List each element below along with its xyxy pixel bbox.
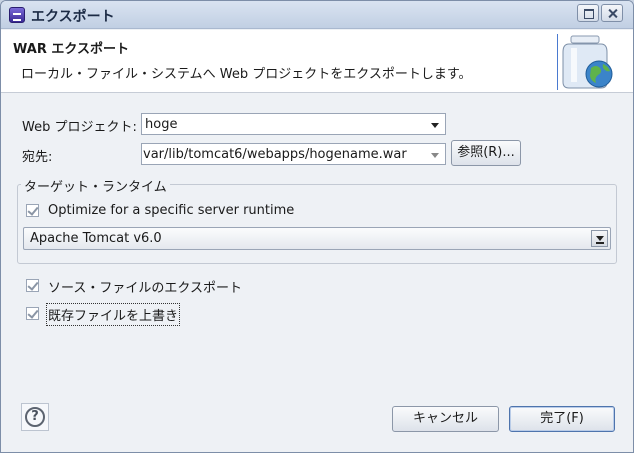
eclipse-icon bbox=[9, 7, 25, 23]
optimize-checkbox[interactable] bbox=[26, 204, 39, 217]
overwrite-label[interactable]: 既存ファイルを上書き bbox=[45, 303, 181, 326]
window-title: エクスポート bbox=[31, 9, 115, 25]
dropdown-arrow-icon[interactable] bbox=[591, 230, 608, 247]
jar-globe-icon bbox=[557, 34, 613, 90]
wizard-description: ローカル・ファイル・システムへ Web プロジェクトをエクスポートします。 bbox=[21, 67, 472, 82]
web-project-value: hoge bbox=[145, 117, 178, 132]
wizard-title: WAR エクスポート bbox=[13, 42, 129, 57]
destination-combo[interactable]: var/lib/tomcat6/webapps/hogename.war bbox=[141, 143, 446, 165]
wizard-header: WAR エクスポート ローカル・ファイル・システムへ Web プロジェクトをエク… bbox=[1, 30, 633, 93]
chevron-down-icon bbox=[431, 153, 439, 158]
question-mark-icon: ? bbox=[25, 407, 45, 427]
export-source-checkbox[interactable] bbox=[26, 279, 39, 292]
target-runtime-group bbox=[17, 184, 617, 264]
overwrite-checkbox[interactable] bbox=[26, 307, 39, 320]
export-source-label[interactable]: ソース・ファイルのエクスポート bbox=[48, 277, 242, 296]
destination-label: 宛先: bbox=[22, 150, 53, 165]
finish-button[interactable]: 完了(F) bbox=[509, 406, 615, 432]
help-button[interactable]: ? bbox=[21, 403, 49, 431]
cancel-button[interactable]: キャンセル bbox=[392, 406, 499, 432]
runtime-select[interactable]: Apache Tomcat v6.0 bbox=[23, 227, 611, 250]
restore-button[interactable] bbox=[577, 4, 599, 22]
close-button[interactable] bbox=[601, 4, 623, 22]
export-dialog: エクスポート WAR エクスポート ローカル・ファイル・システムへ Web プロ… bbox=[0, 0, 634, 453]
title-bar[interactable]: エクスポート bbox=[1, 1, 633, 29]
web-project-label: Web プロジェクト: bbox=[22, 120, 137, 135]
runtime-value: Apache Tomcat v6.0 bbox=[30, 231, 162, 246]
target-runtime-group-title: ターゲット・ランタイム bbox=[21, 176, 170, 195]
destination-value: var/lib/tomcat6/webapps/hogename.war bbox=[143, 147, 407, 162]
optimize-label[interactable]: Optimize for a specific server runtime bbox=[48, 203, 294, 218]
chevron-down-icon bbox=[431, 123, 439, 128]
browse-button[interactable]: 参照(R)... bbox=[451, 140, 521, 166]
web-project-combo[interactable]: hoge bbox=[141, 113, 446, 135]
